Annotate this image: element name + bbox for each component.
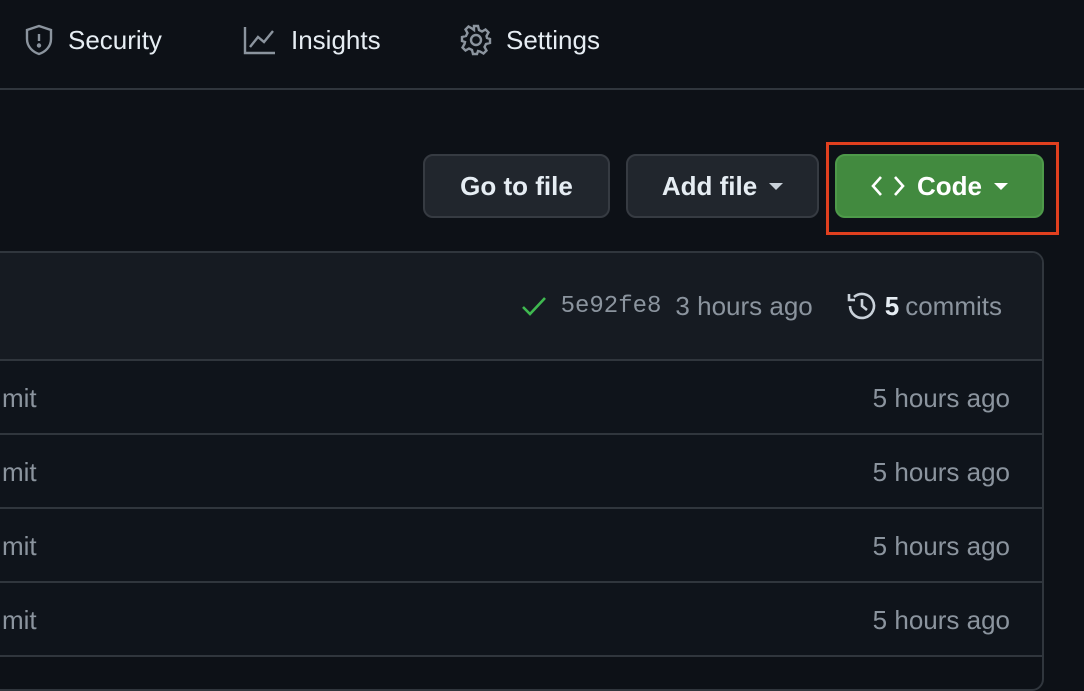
commit-message[interactable]: mit	[2, 383, 37, 414]
commit-time[interactable]: 3 hours ago	[675, 291, 812, 322]
commit-time: 5 hours ago	[872, 605, 1010, 635]
highlight-box	[826, 142, 1059, 235]
tab-security[interactable]: Security	[24, 18, 162, 62]
commit-time: 5 hours ago	[872, 383, 1010, 413]
commit-count: 5	[884, 290, 900, 321]
file-row[interactable]: mit 5 hours ago	[0, 435, 1042, 509]
add-file-label: Add file	[661, 170, 758, 201]
tab-insights[interactable]: Insights	[243, 18, 381, 62]
commit-sha-link[interactable]: 5e92fe8	[561, 293, 662, 320]
tab-label: Settings	[506, 24, 600, 55]
commit-message[interactable]: mit	[2, 531, 37, 562]
check-icon	[521, 297, 546, 316]
add-file-button[interactable]: Add file	[626, 154, 819, 218]
file-row[interactable]: mit 5 hours ago	[0, 361, 1042, 435]
tab-label: Insights	[291, 24, 381, 55]
file-row[interactable]: mit 5 hours ago	[0, 509, 1042, 583]
tab-label: Security	[68, 24, 162, 55]
latest-commit-bar: 5e92fe8 3 hours ago 5 commits	[0, 253, 1042, 361]
history-icon	[847, 292, 876, 320]
commit-message[interactable]: mit	[2, 605, 37, 636]
gear-icon	[460, 24, 492, 56]
caret-down-icon	[769, 182, 784, 190]
commit-message[interactable]: mit	[2, 457, 37, 488]
graph-icon	[243, 27, 275, 55]
tab-settings[interactable]: Settings	[460, 18, 600, 62]
file-list: 5e92fe8 3 hours ago 5 commits mit 5 hours…	[0, 251, 1044, 691]
repo-nav: Security Insights Settings	[0, 0, 1084, 90]
commits-label: commits	[905, 290, 1002, 321]
shield-icon	[25, 24, 53, 56]
commit-time: 5 hours ago	[872, 531, 1010, 561]
commits-link[interactable]: 5 commits	[845, 289, 1002, 323]
commit-time: 5 hours ago	[872, 457, 1010, 487]
file-row[interactable]: mit 5 hours ago	[0, 583, 1042, 657]
go-to-file-button[interactable]: Go to file	[423, 154, 610, 218]
